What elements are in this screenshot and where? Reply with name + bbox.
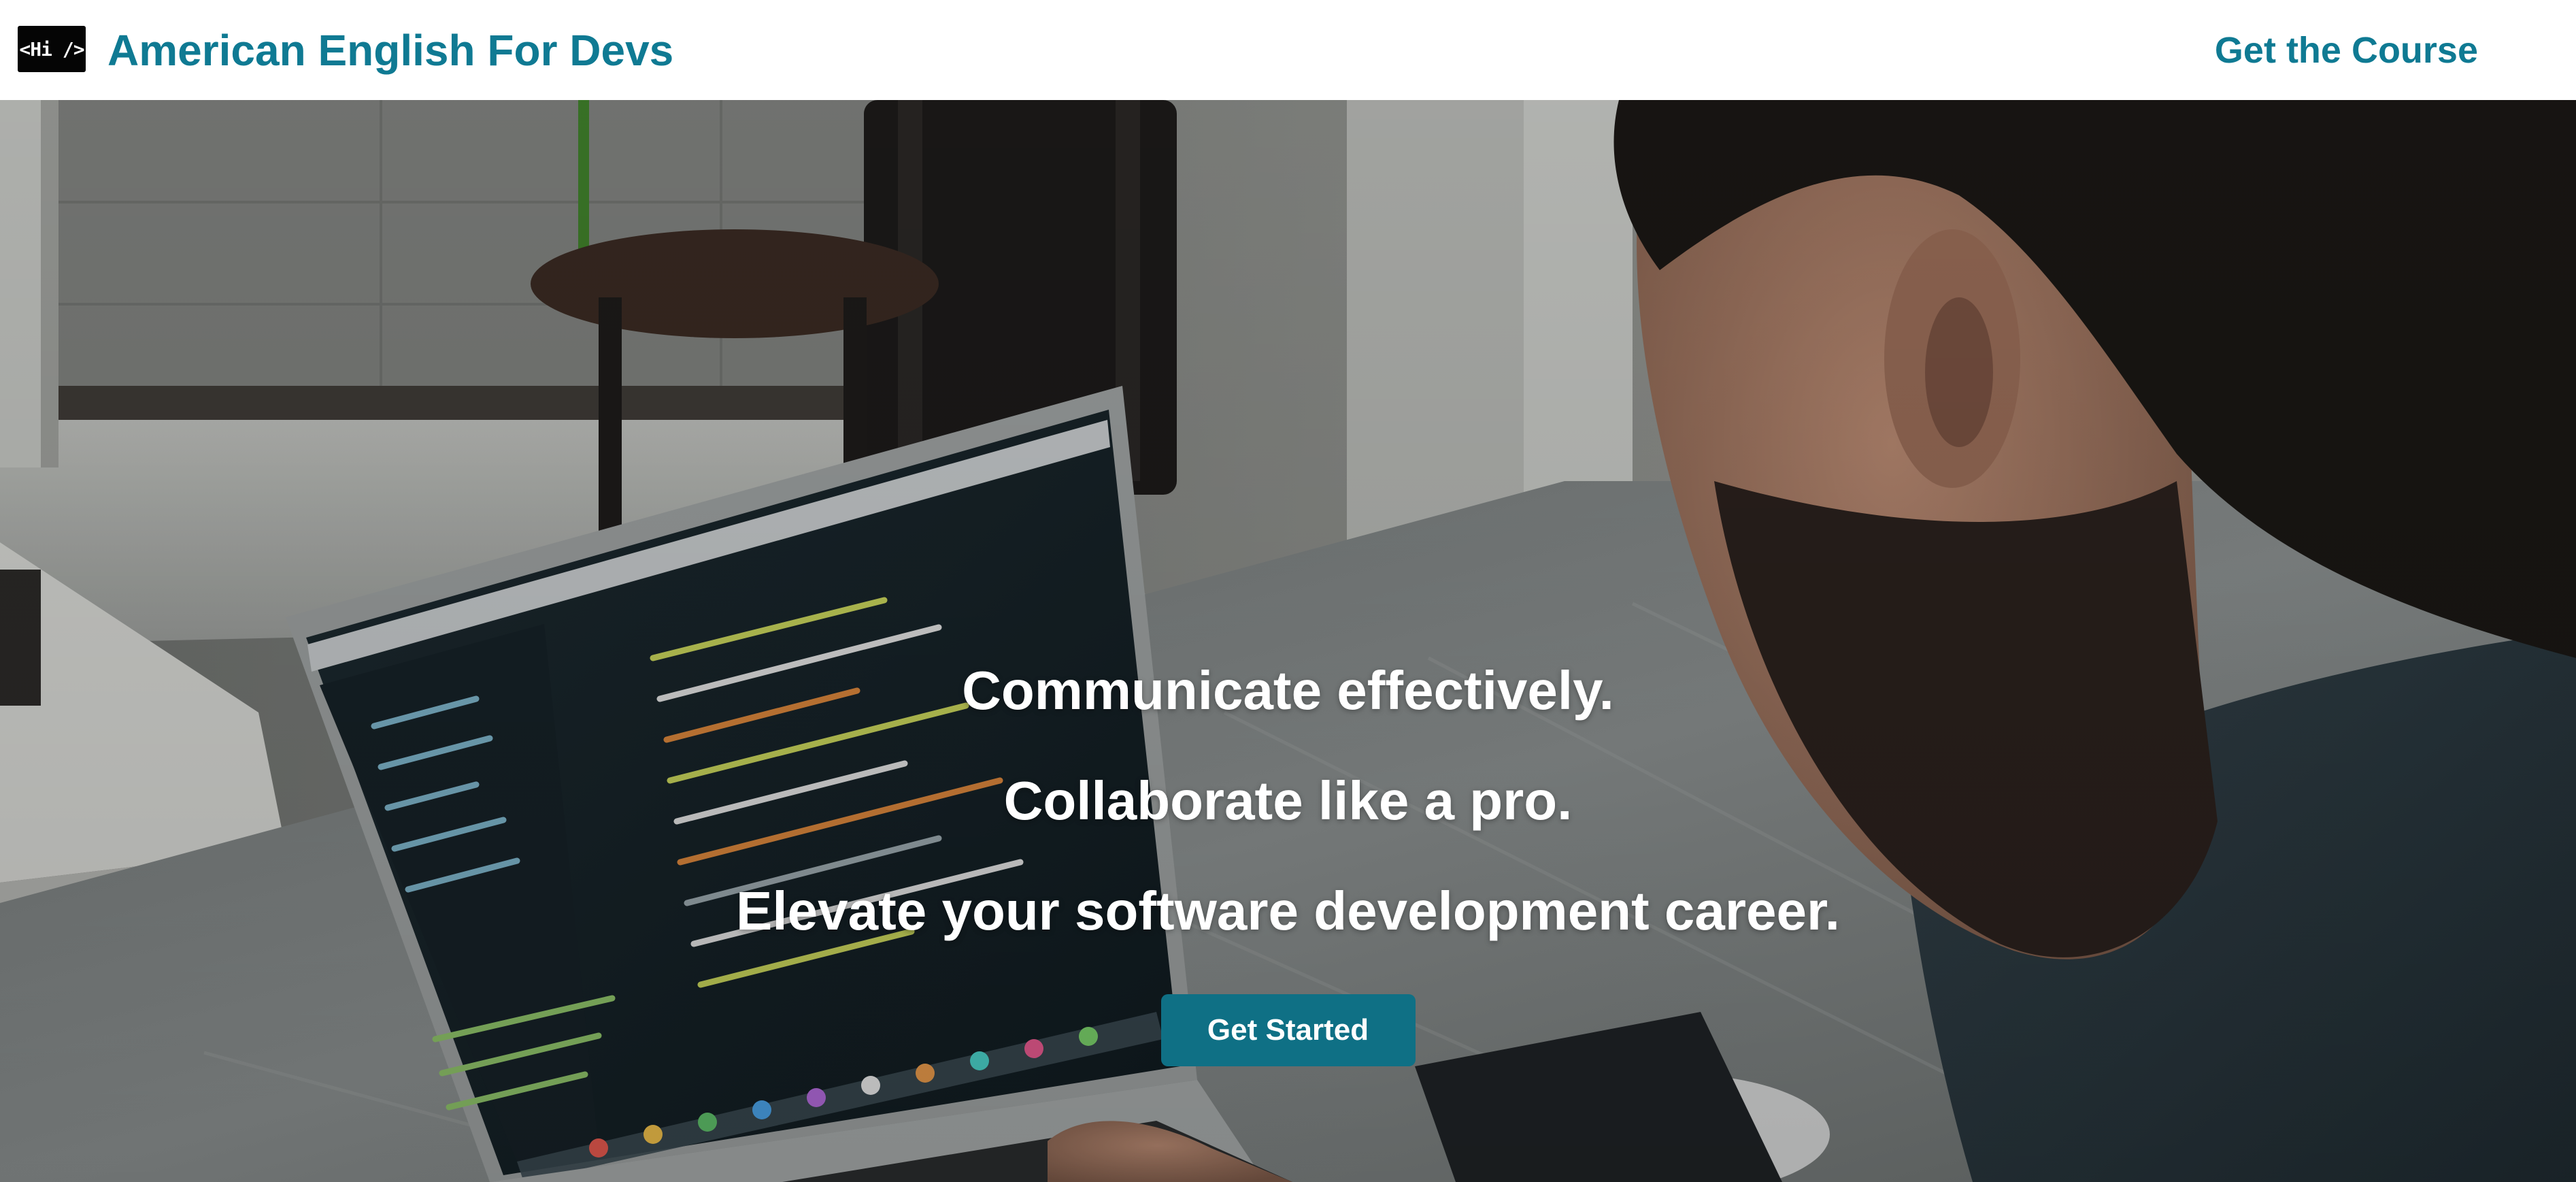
get-started-button[interactable]: Get Started bbox=[1160, 994, 1416, 1066]
hero-section: Communicate effectively. Collaborate lik… bbox=[0, 100, 2576, 1182]
brand-title[interactable]: American English For Devs bbox=[107, 24, 673, 76]
hero-line-elevate: Elevate your software development career… bbox=[736, 881, 1840, 941]
hero-line-communicate: Communicate effectively. bbox=[962, 660, 1614, 721]
site-header: <Hi /> American English For Devs Get the… bbox=[0, 0, 2576, 100]
hero-line-collaborate: Collaborate like a pro. bbox=[1003, 770, 1573, 831]
get-the-course-link[interactable]: Get the Course bbox=[2215, 24, 2478, 76]
logo-icon[interactable]: <Hi /> bbox=[18, 26, 86, 72]
hero-content: Communicate effectively. Collaborate lik… bbox=[0, 658, 2576, 1066]
